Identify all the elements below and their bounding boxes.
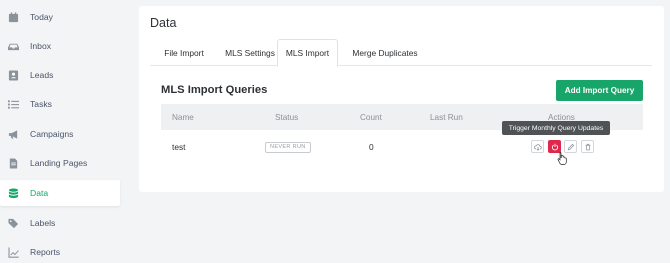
tab-file-import[interactable]: File Import xyxy=(157,39,211,66)
tab-merge-duplicates[interactable]: Merge Duplicates xyxy=(345,39,425,66)
sidebar-item-label: Landing Pages xyxy=(30,158,88,168)
query-name: test xyxy=(172,142,186,152)
import-button[interactable] xyxy=(531,140,544,153)
column-header-count: Count xyxy=(360,112,382,122)
column-header-last-run: Last Run xyxy=(430,112,463,122)
sidebar-item-landing-pages[interactable]: Landing Pages xyxy=(0,150,120,176)
hand-cursor-icon xyxy=(557,151,567,165)
delete-button[interactable] xyxy=(581,140,594,153)
contact-card-icon xyxy=(7,69,19,81)
main-card: Data File Import MLS Settings MLS Import… xyxy=(139,6,664,192)
list-icon xyxy=(7,98,19,110)
sidebar-item-label: Reports xyxy=(30,247,61,257)
trash-icon xyxy=(585,143,590,150)
sidebar-item-today[interactable]: Today xyxy=(0,4,120,30)
sidebar-item-label: Tasks xyxy=(30,99,52,109)
cloud-download-icon xyxy=(533,143,542,151)
sidebar-item-inbox[interactable]: Inbox xyxy=(0,33,120,59)
sidebar: Today Inbox Leads Tasks Campaigns Landin… xyxy=(0,0,126,263)
status-cell: NEVER RUN xyxy=(265,134,311,160)
tab-mls-settings[interactable]: MLS Settings xyxy=(219,39,281,66)
section-title: MLS Import Queries xyxy=(161,84,268,96)
sidebar-item-label: Today xyxy=(30,12,53,22)
sidebar-item-data[interactable]: Data xyxy=(0,180,120,206)
sidebar-item-campaigns[interactable]: Campaigns xyxy=(0,121,120,147)
tab-mls-import[interactable]: MLS Import xyxy=(277,39,338,67)
calendar-icon xyxy=(7,11,19,23)
add-import-query-button[interactable]: Add Import Query xyxy=(556,80,643,101)
pencil-icon xyxy=(567,143,574,150)
tab-bar: File Import MLS Settings MLS Import Merg… xyxy=(150,39,652,67)
table-row: test NEVER RUN 0 xyxy=(161,134,643,160)
status-badge: NEVER RUN xyxy=(265,141,311,153)
sidebar-item-leads[interactable]: Leads xyxy=(0,62,120,88)
database-icon xyxy=(7,187,19,199)
inbox-icon xyxy=(7,40,19,52)
sidebar-item-label: Campaigns xyxy=(30,129,74,139)
sidebar-item-label: Data xyxy=(30,188,49,198)
tooltip: Trigger Monthly Query Updates xyxy=(502,121,610,135)
count-cell: 0 xyxy=(369,142,374,152)
column-header-status: Status xyxy=(275,112,299,122)
sidebar-item-label: Leads xyxy=(30,70,54,80)
sidebar-item-label: Inbox xyxy=(30,41,52,51)
sidebar-item-reports[interactable]: Reports xyxy=(0,239,120,263)
sidebar-item-labels[interactable]: Labels xyxy=(0,210,120,236)
sidebar-item-tasks[interactable]: Tasks xyxy=(0,91,120,117)
column-header-name: Name xyxy=(172,112,194,122)
tags-icon xyxy=(7,217,19,229)
page-title: Data xyxy=(150,16,177,30)
chart-line-icon xyxy=(7,246,19,258)
megaphone-icon xyxy=(7,128,19,140)
sidebar-item-label: Labels xyxy=(30,218,56,228)
power-icon xyxy=(551,143,558,150)
file-icon xyxy=(7,157,19,169)
